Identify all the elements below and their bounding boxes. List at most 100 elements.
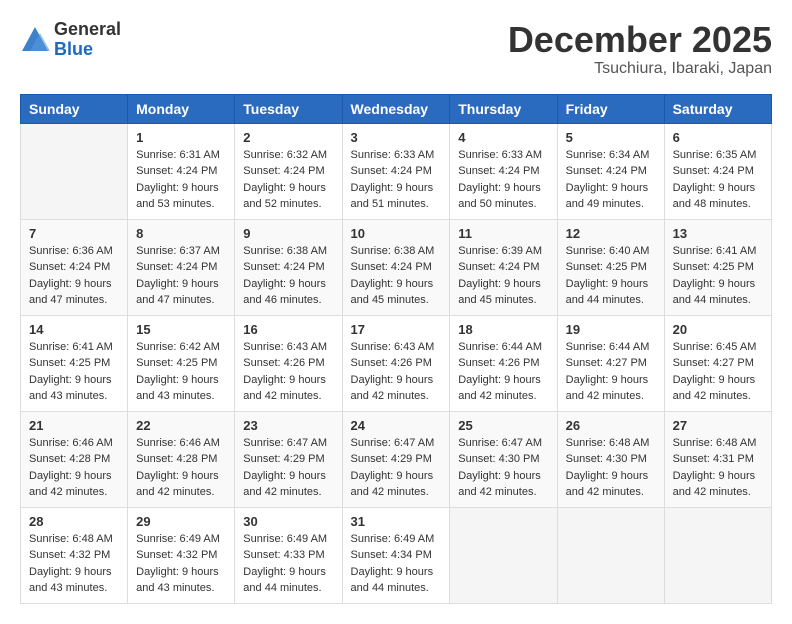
day-info: Sunrise: 6:48 AMSunset: 4:32 PMDaylight:… [29,531,119,597]
calendar-weekday-thursday: Thursday [450,94,557,123]
calendar-cell: 30 Sunrise: 6:49 AMSunset: 4:33 PMDayligh… [235,507,342,603]
calendar-cell [450,507,557,603]
day-number: 3 [351,130,442,145]
calendar-cell: 11Sunrise: 6:39 AMSunset: 4:24 PMDayligh… [450,219,557,315]
day-info: Sunrise: 6:48 AMSunset: 4:30 PMDaylight:… [566,435,656,501]
calendar-cell: 13Sunrise: 6:41 AMSunset: 4:25 PMDayligh… [664,219,771,315]
day-number: 30 [243,514,333,529]
day-info: Sunrise: 6:42 AMSunset: 4:25 PMDaylight:… [136,339,226,405]
day-number: 15 [136,322,226,337]
day-number: 14 [29,322,119,337]
day-number: 17 [351,322,442,337]
day-info: Sunrise: 6:38 AMSunset: 4:24 PMDaylight:… [243,243,333,309]
calendar-week-row: 14 Sunrise: 6:41 AMSunset: 4:25 PMDayligh… [21,315,772,411]
calendar-week-row: 7 Sunrise: 6:36 AMSunset: 4:24 PMDaylight… [21,219,772,315]
day-info: Sunrise: 6:34 AMSunset: 4:24 PMDaylight:… [566,147,656,213]
calendar-cell: 24 Sunrise: 6:47 AMSunset: 4:29 PMDayligh… [342,411,450,507]
day-info: Sunrise: 6:47 AMSunset: 4:29 PMDaylight:… [351,435,442,501]
day-number: 13 [673,226,763,241]
title-block: December 2025 Tsuchiura, Ibaraki, Japan [508,20,772,78]
calendar-cell: 19 Sunrise: 6:44 AMSunset: 4:27 PMDayligh… [557,315,664,411]
day-info: Sunrise: 6:32 AMSunset: 4:24 PMDaylight:… [243,147,333,213]
day-info: Sunrise: 6:43 AMSunset: 4:26 PMDaylight:… [243,339,333,405]
logo: General Blue [20,20,121,60]
day-info: Sunrise: 6:48 AMSunset: 4:31 PMDaylight:… [673,435,763,501]
calendar-cell: 12 Sunrise: 6:40 AMSunset: 4:25 PMDayligh… [557,219,664,315]
calendar-cell: 20Sunrise: 6:45 AMSunset: 4:27 PMDayligh… [664,315,771,411]
day-info: Sunrise: 6:45 AMSunset: 4:27 PMDaylight:… [673,339,763,405]
calendar-cell: 22Sunrise: 6:46 AMSunset: 4:28 PMDayligh… [128,411,235,507]
calendar-cell: 7 Sunrise: 6:36 AMSunset: 4:24 PMDaylight… [21,219,128,315]
calendar-week-row: 1 Sunrise: 6:31 AMSunset: 4:24 PMDaylight… [21,123,772,219]
day-info: Sunrise: 6:36 AMSunset: 4:24 PMDaylight:… [29,243,119,309]
calendar-cell: 1 Sunrise: 6:31 AMSunset: 4:24 PMDaylight… [128,123,235,219]
day-info: Sunrise: 6:40 AMSunset: 4:25 PMDaylight:… [566,243,656,309]
day-info: Sunrise: 6:37 AMSunset: 4:24 PMDaylight:… [136,243,226,309]
day-number: 16 [243,322,333,337]
calendar-cell: 15 Sunrise: 6:42 AMSunset: 4:25 PMDayligh… [128,315,235,411]
calendar-cell: 25Sunrise: 6:47 AMSunset: 4:30 PMDayligh… [450,411,557,507]
logo-icon [20,25,50,55]
day-info: Sunrise: 6:49 AMSunset: 4:34 PMDaylight:… [351,531,442,597]
calendar-cell: 28 Sunrise: 6:48 AMSunset: 4:32 PMDayligh… [21,507,128,603]
calendar-header-row: SundayMondayTuesdayWednesdayThursdayFrid… [21,94,772,123]
day-number: 9 [243,226,333,241]
calendar-cell: 2 Sunrise: 6:32 AMSunset: 4:24 PMDaylight… [235,123,342,219]
calendar-cell: 29 Sunrise: 6:49 AMSunset: 4:32 PMDayligh… [128,507,235,603]
day-number: 1 [136,130,226,145]
calendar-cell: 10 Sunrise: 6:38 AMSunset: 4:24 PMDayligh… [342,219,450,315]
day-info: Sunrise: 6:33 AMSunset: 4:24 PMDaylight:… [351,147,442,213]
calendar-weekday-tuesday: Tuesday [235,94,342,123]
logo-text: General Blue [54,20,121,60]
day-number: 12 [566,226,656,241]
calendar-cell: 21Sunrise: 6:46 AMSunset: 4:28 PMDayligh… [21,411,128,507]
day-number: 28 [29,514,119,529]
calendar-cell [21,123,128,219]
calendar-cell: 3 Sunrise: 6:33 AMSunset: 4:24 PMDaylight… [342,123,450,219]
day-number: 8 [136,226,226,241]
calendar-weekday-friday: Friday [557,94,664,123]
day-number: 23 [243,418,333,433]
day-number: 7 [29,226,119,241]
day-info: Sunrise: 6:49 AMSunset: 4:32 PMDaylight:… [136,531,226,597]
calendar-cell: 8 Sunrise: 6:37 AMSunset: 4:24 PMDaylight… [128,219,235,315]
calendar-weekday-monday: Monday [128,94,235,123]
location: Tsuchiura, Ibaraki, Japan [508,60,772,78]
day-info: Sunrise: 6:38 AMSunset: 4:24 PMDaylight:… [351,243,442,309]
day-number: 5 [566,130,656,145]
day-number: 18 [458,322,548,337]
calendar-cell: 14 Sunrise: 6:41 AMSunset: 4:25 PMDayligh… [21,315,128,411]
day-info: Sunrise: 6:44 AMSunset: 4:27 PMDaylight:… [566,339,656,405]
day-info: Sunrise: 6:31 AMSunset: 4:24 PMDaylight:… [136,147,226,213]
day-number: 2 [243,130,333,145]
day-info: Sunrise: 6:44 AMSunset: 4:26 PMDaylight:… [458,339,548,405]
day-number: 21 [29,418,119,433]
calendar-weekday-sunday: Sunday [21,94,128,123]
day-number: 29 [136,514,226,529]
calendar-cell: 27Sunrise: 6:48 AMSunset: 4:31 PMDayligh… [664,411,771,507]
calendar-cell: 31 Sunrise: 6:49 AMSunset: 4:34 PMDayligh… [342,507,450,603]
day-number: 10 [351,226,442,241]
logo-general: General [54,20,121,40]
calendar-weekday-saturday: Saturday [664,94,771,123]
calendar-week-row: 21 Sunrise: 6:46 AMSunset: 4:28 PMDayligh… [21,411,772,507]
calendar-cell: 23Sunrise: 6:47 AMSunset: 4:29 PMDayligh… [235,411,342,507]
day-number: 24 [351,418,442,433]
day-info: Sunrise: 6:41 AMSunset: 4:25 PMDaylight:… [29,339,119,405]
calendar-cell [557,507,664,603]
calendar-weekday-wednesday: Wednesday [342,94,450,123]
day-number: 6 [673,130,763,145]
calendar-table: SundayMondayTuesdayWednesdayThursdayFrid… [20,94,772,604]
day-info: Sunrise: 6:49 AMSunset: 4:33 PMDaylight:… [243,531,333,597]
day-info: Sunrise: 6:47 AMSunset: 4:30 PMDaylight:… [458,435,548,501]
calendar-cell: 26 Sunrise: 6:48 AMSunset: 4:30 PMDayligh… [557,411,664,507]
calendar-cell: 17Sunrise: 6:43 AMSunset: 4:26 PMDayligh… [342,315,450,411]
day-number: 19 [566,322,656,337]
logo-blue: Blue [54,40,121,60]
day-info: Sunrise: 6:46 AMSunset: 4:28 PMDaylight:… [136,435,226,501]
page-header: General Blue December 2025 Tsuchiura, Ib… [20,20,772,78]
calendar-week-row: 28 Sunrise: 6:48 AMSunset: 4:32 PMDayligh… [21,507,772,603]
day-number: 26 [566,418,656,433]
day-number: 31 [351,514,442,529]
day-number: 4 [458,130,548,145]
